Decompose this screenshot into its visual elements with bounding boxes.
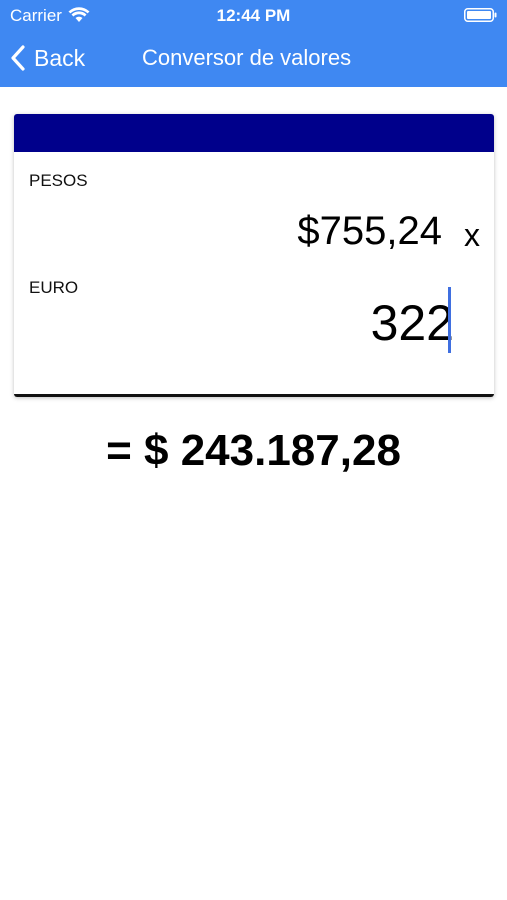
status-bar: Carrier 12:44 PM xyxy=(0,0,507,30)
card-bottom-line xyxy=(14,394,494,397)
euro-label: EURO xyxy=(29,278,79,297)
converter-card: PESOS $755,24 x EURO xyxy=(14,114,494,397)
euro-amount-input[interactable] xyxy=(254,291,454,355)
back-button[interactable]: Back xyxy=(10,43,85,73)
clock: 12:44 PM xyxy=(216,6,291,25)
battery-icon xyxy=(464,8,497,22)
nav-bar: Back Conversor de valores xyxy=(0,30,507,87)
back-label: Back xyxy=(34,44,86,71)
chevron-left-icon xyxy=(11,45,25,71)
app-header: Carrier 12:44 PM Back Conversor de valor… xyxy=(0,0,507,87)
text-caret xyxy=(448,287,451,353)
pesos-label: PESOS xyxy=(29,171,88,190)
card-header-bar xyxy=(14,114,494,152)
page-title: Conversor de valores xyxy=(142,45,352,70)
pesos-rate-value: $755,24 xyxy=(297,209,442,253)
conversion-result: = $ 243.187,28 xyxy=(106,426,401,475)
multiply-operator: x xyxy=(464,217,480,253)
